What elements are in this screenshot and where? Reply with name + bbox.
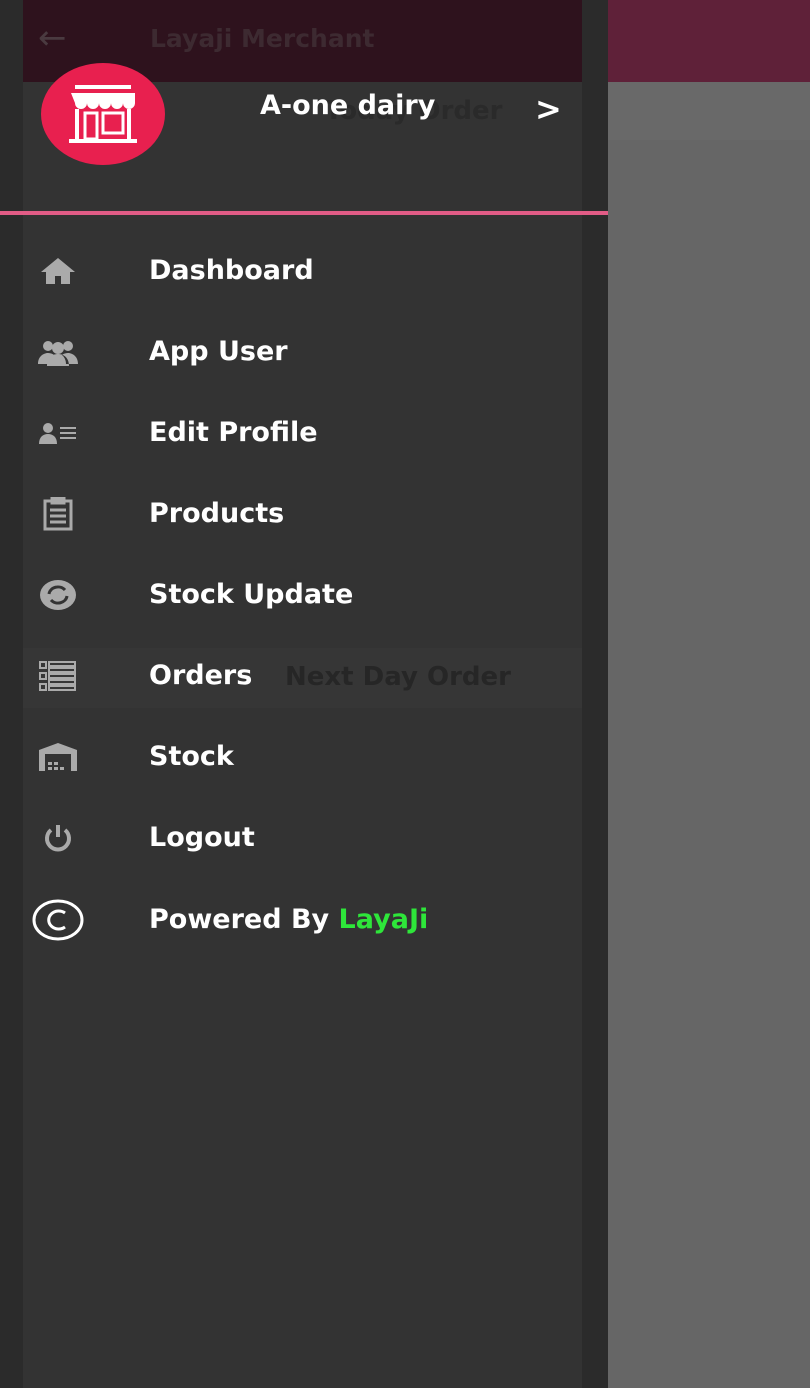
menu-item-label: Stock Update	[149, 579, 354, 610]
menu-item-edit-profile[interactable]: Edit Profile	[0, 392, 582, 473]
clipboard-icon	[0, 496, 115, 531]
menu-item-stock[interactable]: Stock	[0, 716, 582, 797]
powered-by: Powered By LayaJi	[0, 879, 582, 960]
menu-item-label: Orders	[149, 660, 253, 691]
powered-by-label: Powered By	[149, 904, 339, 935]
menu-item-label: App User	[149, 336, 288, 367]
warehouse-icon	[0, 742, 115, 772]
list-icon	[0, 660, 115, 691]
divider	[0, 211, 608, 215]
power-icon	[0, 821, 115, 855]
menu-item-stock-update[interactable]: Stock Update	[0, 554, 582, 635]
menu-item-label: Dashboard	[149, 255, 314, 286]
menu-item-dashboard[interactable]: Dashboard	[0, 230, 582, 311]
copyright-icon	[0, 899, 115, 941]
chevron-right-icon[interactable]: >	[535, 90, 562, 128]
powered-by-text: Powered By LayaJi	[149, 904, 428, 935]
store-icon	[69, 85, 137, 143]
menu-item-label: Stock	[149, 741, 234, 772]
brand-name: LayaJi	[338, 904, 429, 935]
store-name[interactable]: A-one dairy	[260, 90, 435, 121]
profile-card-icon	[0, 421, 115, 445]
drawer-edge	[582, 0, 608, 1388]
refresh-icon	[0, 579, 115, 611]
menu-item-logout[interactable]: Logout	[0, 797, 582, 878]
menu-item-label: Products	[149, 498, 285, 529]
app-title: Layaji Merchant	[150, 24, 375, 53]
store-avatar[interactable]	[41, 63, 165, 165]
back-arrow-icon: ←	[38, 18, 67, 58]
home-icon	[0, 256, 115, 286]
menu-item-products[interactable]: Products	[0, 473, 582, 554]
menu-item-label: Edit Profile	[149, 417, 318, 448]
users-icon	[0, 338, 115, 366]
next-day-order-tab: Next Day Order	[285, 662, 511, 692]
menu-item-label: Logout	[149, 822, 255, 853]
menu-item-app-user[interactable]: App User	[0, 311, 582, 392]
navigation-drawer: ← Layaji Merchant Today Order A-one dair…	[0, 0, 608, 1388]
